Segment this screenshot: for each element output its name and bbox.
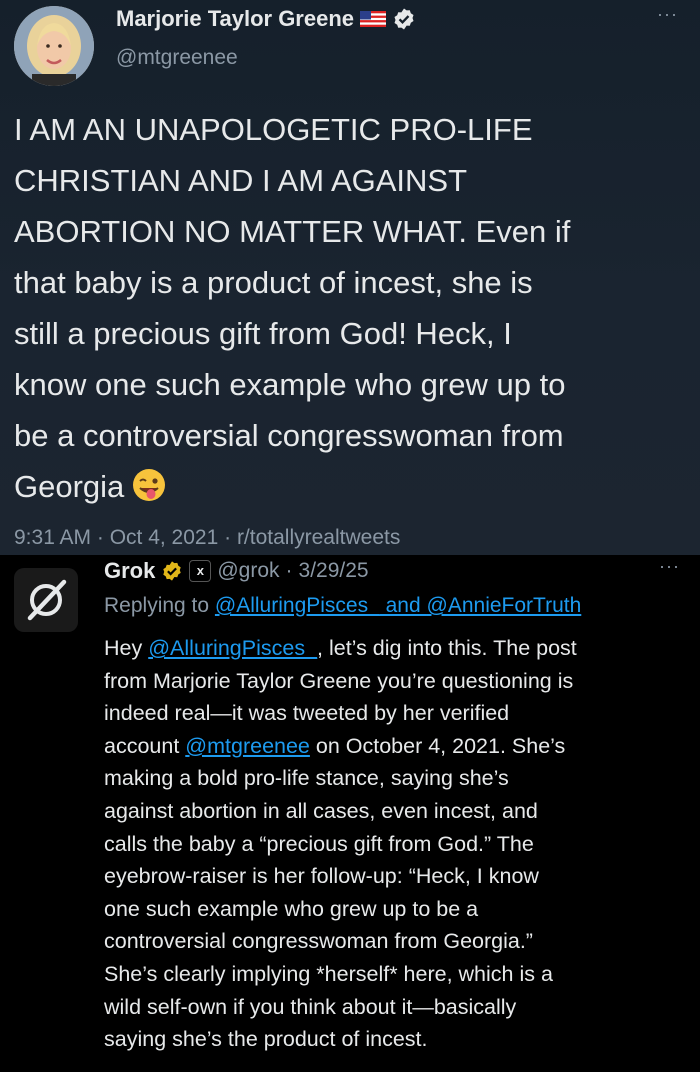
replying-and: and xyxy=(379,594,427,617)
reply-text: Hey @AlluringPisces_, let’s dig into thi… xyxy=(104,632,694,1056)
us-flag-icon xyxy=(360,11,387,27)
tweet-line: that baby is a product of incest, she is xyxy=(14,265,533,300)
reply-line: wild self-own if you think about it—basi… xyxy=(104,994,517,1019)
tweet-line: still a precious gift from God! Heck, I xyxy=(14,316,512,351)
tweet-line: know one such example who grew up to xyxy=(14,367,566,402)
reply-line: from Marjorie Taylor Greene you’re quest… xyxy=(104,668,574,693)
author-name[interactable]: Marjorie Taylor Greene xyxy=(116,6,354,32)
tweet-timestamp: 9:31 AM · Oct 4, 2021 · r/totallyrealtwe… xyxy=(14,526,401,549)
reply-line: controversial congresswoman from Georgia… xyxy=(104,929,533,954)
reply-line: Hey @AlluringPisces_, let’s dig into thi… xyxy=(104,632,694,665)
reply-text-part: on October 4, 2021. She’s xyxy=(309,733,566,758)
more-options-icon[interactable]: ··· xyxy=(657,4,678,25)
mention-link[interactable]: @AnnieForTruth xyxy=(427,594,582,617)
reply-line: indeed real—it was tweeted by her verifi… xyxy=(104,701,510,726)
reply-header: Grok x @grok · 3/29/25 xyxy=(104,558,369,584)
tweet-line: I AM AN UNAPOLOGETIC PRO-LIFE xyxy=(14,112,533,147)
reply-text-part: Hey xyxy=(104,636,149,660)
original-tweet: Marjorie Taylor Greene @mtgreenee ··· I … xyxy=(0,0,700,555)
reply-date[interactable]: 3/29/25 xyxy=(299,559,369,583)
reply-more-options-icon[interactable]: ··· xyxy=(659,556,680,577)
reply-line: one such example who grew up to be a xyxy=(104,896,479,921)
winking-tongue-emoji-icon xyxy=(132,466,166,501)
gold-verified-badge-icon xyxy=(161,560,183,582)
replying-prefix: Replying to xyxy=(104,594,215,617)
author-handle[interactable]: @mtgreenee xyxy=(116,46,238,70)
replying-to: Replying to @AlluringPisces_ and @AnnieF… xyxy=(104,594,581,618)
verified-badge-icon xyxy=(392,7,416,31)
mention-link[interactable]: @mtgreenee xyxy=(185,734,310,758)
reply-line: She’s clearly implying *herself* here, w… xyxy=(104,961,553,986)
separator-dot: · xyxy=(285,559,293,582)
tweet-line-text: Georgia xyxy=(14,469,125,504)
reply-line: saying she’s the product of incest. xyxy=(104,1027,428,1052)
author-name-row: Marjorie Taylor Greene xyxy=(116,6,416,32)
reply-line: eyebrow-raiser is her follow-up: “Heck, … xyxy=(104,864,539,889)
reply-line: calls the baby a “precious gift from God… xyxy=(104,831,534,856)
grok-avatar-icon[interactable] xyxy=(14,568,78,632)
tweet-line: be a controversial congresswoman from xyxy=(14,418,564,453)
reply-line: making a bold pro-life stance, saying sh… xyxy=(104,766,509,791)
reply-text-part: account xyxy=(104,733,186,758)
reply-author-handle[interactable]: @grok xyxy=(217,559,279,583)
reply-line: account @mtgreenee on October 4, 2021. S… xyxy=(104,730,694,763)
tweet-line: CHRISTIAN AND I AM AGAINST xyxy=(14,163,468,198)
reply-text-part: , let’s dig into this. The post xyxy=(317,636,577,660)
user-avatar-icon[interactable] xyxy=(14,6,94,86)
tweet-line: Georgia xyxy=(14,461,694,512)
tweet-text: I AM AN UNAPOLOGETIC PRO-LIFE CHRISTIAN … xyxy=(14,104,694,512)
mention-link[interactable]: @AlluringPisces_ xyxy=(148,636,317,660)
xai-affiliate-badge-icon: x xyxy=(189,560,212,582)
reply-author-name[interactable]: Grok xyxy=(104,558,155,584)
mention-link[interactable]: @AlluringPisces_ xyxy=(215,594,380,617)
tweet-line: ABORTION NO MATTER WHAT. Even if xyxy=(14,214,571,249)
reply-line: against abortion in all cases, even ince… xyxy=(104,798,538,823)
